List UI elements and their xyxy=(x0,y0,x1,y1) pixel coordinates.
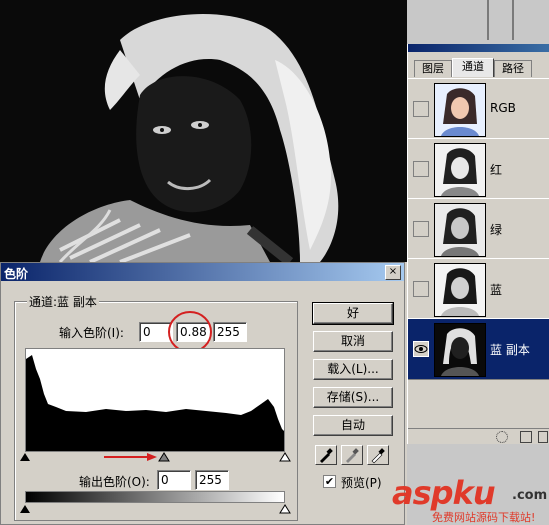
channel-thumbnail xyxy=(434,263,486,317)
close-button[interactable]: × xyxy=(385,265,401,280)
output-levels-label: 输出色阶(O): xyxy=(79,475,150,489)
input-slider-track[interactable] xyxy=(19,451,291,463)
visibility-toggle[interactable] xyxy=(413,101,429,117)
channel-row-rgb[interactable]: RGB xyxy=(408,78,549,140)
preview-checkbox[interactable]: ✔ xyxy=(323,475,336,488)
watermark: aspku .com 免费网站源码下载站! xyxy=(392,474,549,525)
preview-label: 预览(P) xyxy=(341,476,382,490)
cancel-button[interactable]: 取消 xyxy=(313,331,393,352)
channel-thumbnail xyxy=(434,203,486,257)
channel-row-blue-copy[interactable]: 蓝 副本 xyxy=(408,318,549,380)
save-button[interactable]: 存储(S)... xyxy=(313,387,393,408)
channels-panel-titlebar[interactable] xyxy=(408,44,549,52)
channel-thumbnail xyxy=(434,323,486,377)
channel-label: 蓝 副本 xyxy=(490,343,530,357)
arrow-head xyxy=(147,453,157,461)
channel-preview-image xyxy=(0,0,407,262)
load-button[interactable]: 载入(L)... xyxy=(313,359,393,380)
output-white-slider[interactable] xyxy=(279,504,291,514)
watermark-tagline: 免费网站源码下载站! xyxy=(432,511,536,524)
tab-channels[interactable]: 通道 xyxy=(452,58,494,77)
eye-icon xyxy=(414,345,428,353)
channel-label: 绿 xyxy=(490,223,503,237)
channel-row-green[interactable]: 绿 xyxy=(408,198,549,260)
eyedropper-white-icon xyxy=(371,448,385,464)
watermark-brand: aspku xyxy=(392,474,496,512)
watermark-suffix: .com xyxy=(512,488,548,503)
output-gradient-bar xyxy=(25,491,285,503)
save-selection-icon[interactable] xyxy=(520,431,532,443)
black-point-slider[interactable] xyxy=(20,453,30,461)
output-black-slider[interactable] xyxy=(20,505,30,513)
visibility-toggle[interactable] xyxy=(413,281,429,297)
dialog-title: 色阶 xyxy=(4,267,29,281)
eyedropper-gray-icon xyxy=(346,448,359,463)
channel-row-blue[interactable]: 蓝 xyxy=(408,258,549,320)
output-black-field[interactable]: 0 xyxy=(157,470,191,490)
channel-label: 蓝 xyxy=(490,283,503,297)
histogram xyxy=(25,348,285,452)
inverted-portrait-image xyxy=(0,0,407,262)
tab-layers[interactable]: 图层 xyxy=(414,60,452,77)
tab-paths[interactable]: 路径 xyxy=(494,60,532,77)
channel-row-red[interactable]: 红 xyxy=(408,138,549,200)
input-white-field[interactable]: 255 xyxy=(213,322,247,342)
white-point-slider[interactable] xyxy=(279,452,291,462)
channel-label: RGB xyxy=(490,101,516,115)
black-eyedropper-button[interactable] xyxy=(315,445,337,465)
channels-panel-tabs: 图层 通道 路径 xyxy=(408,54,549,77)
histogram-plot xyxy=(26,355,284,451)
gray-eyedropper-button[interactable] xyxy=(341,445,363,465)
channels-panel-footer xyxy=(408,428,549,444)
input-levels-label: 输入色阶(I): xyxy=(59,326,124,340)
channel-label: 红 xyxy=(490,163,503,177)
visibility-toggle[interactable] xyxy=(413,221,429,237)
new-channel-icon[interactable] xyxy=(538,431,548,443)
output-slider-track[interactable] xyxy=(19,503,291,515)
visibility-toggle[interactable] xyxy=(413,161,429,177)
channel-thumbnail xyxy=(434,83,486,137)
dialog-titlebar[interactable]: 色阶 × xyxy=(1,263,404,281)
gamma-slider[interactable] xyxy=(158,452,170,462)
channel-label: 通道:蓝 副本 xyxy=(27,293,99,310)
eyedropper-black-icon xyxy=(320,448,333,463)
white-eyedropper-button[interactable] xyxy=(367,445,389,465)
visibility-toggle[interactable] xyxy=(413,341,429,357)
auto-button[interactable]: 自动 xyxy=(313,415,393,436)
load-selection-icon[interactable] xyxy=(496,431,508,443)
levels-dialog: 色阶 × 通道:蓝 副本 输入色阶(I): 0 0.88 255 输出色阶(O)… xyxy=(0,262,405,525)
output-white-field[interactable]: 255 xyxy=(195,470,229,490)
channels-panel: 图层 通道 路径 RGB 红 绿 蓝 蓝 副本 xyxy=(407,44,549,444)
channel-thumbnail xyxy=(434,143,486,197)
ok-button[interactable]: 好 xyxy=(312,302,394,325)
